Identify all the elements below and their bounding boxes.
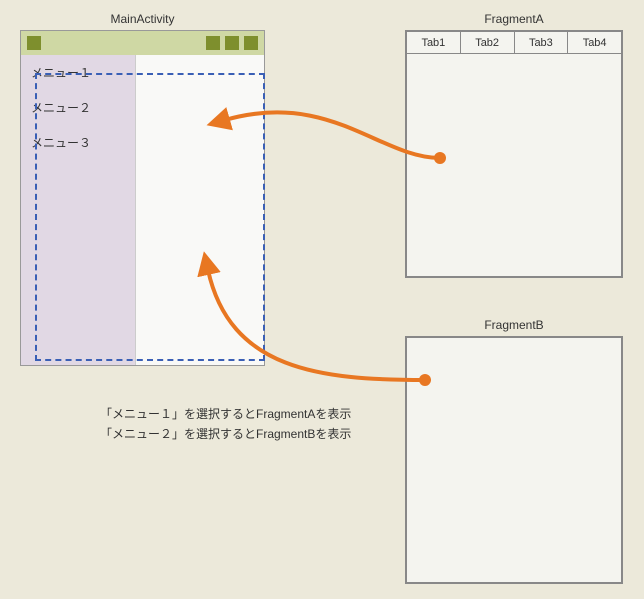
toolbar-action2-icon[interactable] [225,36,239,50]
caption-2: 「メニュー２」を選択するとFragmentBを表示 [100,425,351,442]
toolbar-action3-icon[interactable] [244,36,258,50]
toolbar-logo-icon [27,36,41,50]
menu-item-1[interactable]: メニュー１ [21,55,135,90]
menu-item-3[interactable]: メニュー３ [21,125,135,160]
tab-4[interactable]: Tab4 [568,32,621,53]
tab-2[interactable]: Tab2 [461,32,515,53]
menu-panel: メニュー１ メニュー２ メニュー３ [21,55,136,365]
fragment-a-title: FragmentA [405,12,623,26]
main-activity-window: メニュー１ メニュー２ メニュー３ [20,30,265,366]
fragment-content-area [136,55,264,365]
fragment-b-title: FragmentB [405,318,623,332]
fragment-a-window: Tab1 Tab2 Tab3 Tab4 [405,30,623,278]
main-activity-title: MainActivity [20,12,265,26]
toolbar-action1-icon[interactable] [206,36,220,50]
caption-1: 「メニュー１」を選択するとFragmentAを表示 [100,405,351,422]
fragment-a-tabs: Tab1 Tab2 Tab3 Tab4 [407,32,621,54]
tab-1[interactable]: Tab1 [407,32,461,53]
menu-item-2[interactable]: メニュー２ [21,90,135,125]
tab-3[interactable]: Tab3 [515,32,569,53]
main-body: メニュー１ メニュー２ メニュー３ [21,55,264,365]
fragment-b-window [405,336,623,584]
main-toolbar [21,31,264,55]
